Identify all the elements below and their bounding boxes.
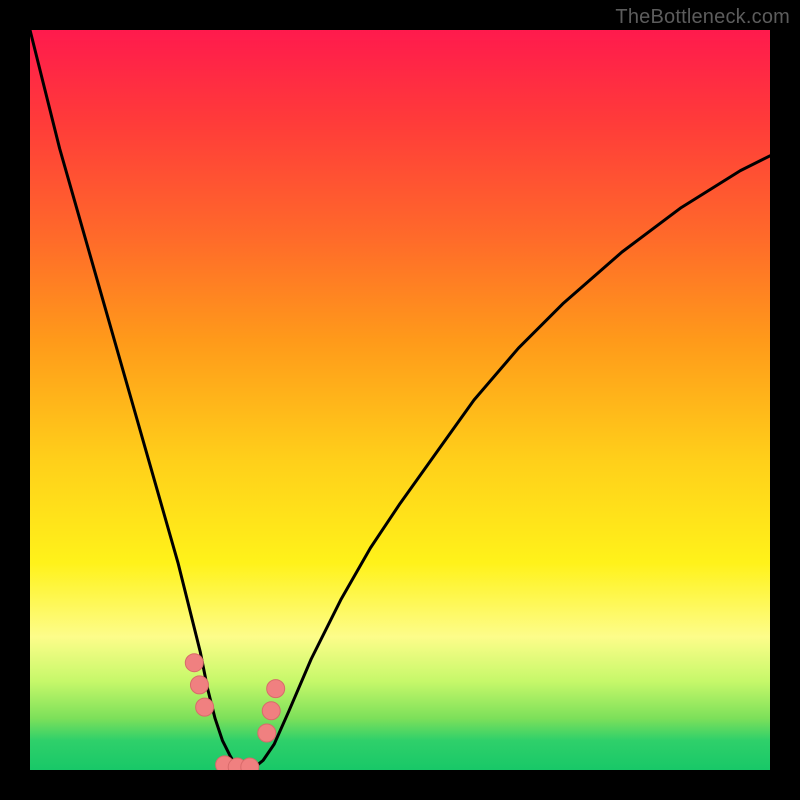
data-marker — [241, 758, 259, 770]
watermark-text: TheBottleneck.com — [615, 6, 790, 29]
data-marker — [185, 654, 203, 672]
data-marker — [196, 698, 214, 716]
bottleneck-curve — [30, 30, 770, 768]
data-marker — [267, 680, 285, 698]
data-marker — [262, 702, 280, 720]
plot-area — [30, 30, 770, 770]
data-marker — [258, 724, 276, 742]
chart-container: TheBottleneck.com — [0, 0, 800, 800]
data-marker — [190, 676, 208, 694]
curve-layer — [30, 30, 770, 770]
